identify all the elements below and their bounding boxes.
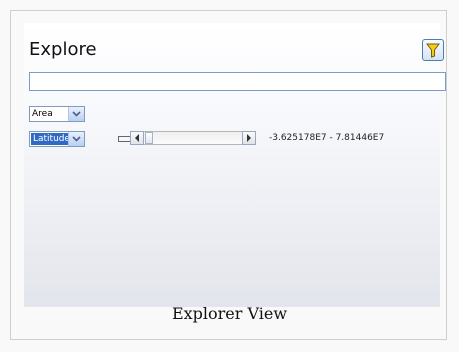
chevron-down-icon[interactable] xyxy=(68,132,84,146)
attribute-select[interactable]: Latitude xyxy=(29,131,85,147)
range-min-marker xyxy=(118,136,130,142)
funnel-icon xyxy=(426,43,440,58)
arrow-right-icon xyxy=(247,134,251,142)
range-value-text: -3.625178E7 - 7.81446E7 xyxy=(269,133,385,143)
range-scroll-thumb[interactable] xyxy=(145,132,153,144)
filter-button[interactable] xyxy=(422,39,444,61)
search-input[interactable] xyxy=(29,72,446,91)
range-scroll-track[interactable] xyxy=(144,131,242,145)
thumbnail-frame: Explore Area Latitude -3.625178E7 - 7.81… xyxy=(10,10,447,340)
image-caption: Explorer View xyxy=(171,304,288,323)
chevron-down-icon[interactable] xyxy=(68,107,84,121)
explore-panel: Explore Area Latitude -3.625178E7 - 7.81… xyxy=(24,23,446,307)
group-select[interactable]: Area xyxy=(29,106,85,122)
group-select-value: Area xyxy=(32,109,53,119)
arrow-left-icon xyxy=(135,134,139,142)
range-scroll-right-button[interactable] xyxy=(242,131,256,145)
panel-title: Explore xyxy=(29,39,97,60)
attribute-select-value: Latitude xyxy=(31,133,73,145)
range-scroll-left-button[interactable] xyxy=(130,131,144,145)
